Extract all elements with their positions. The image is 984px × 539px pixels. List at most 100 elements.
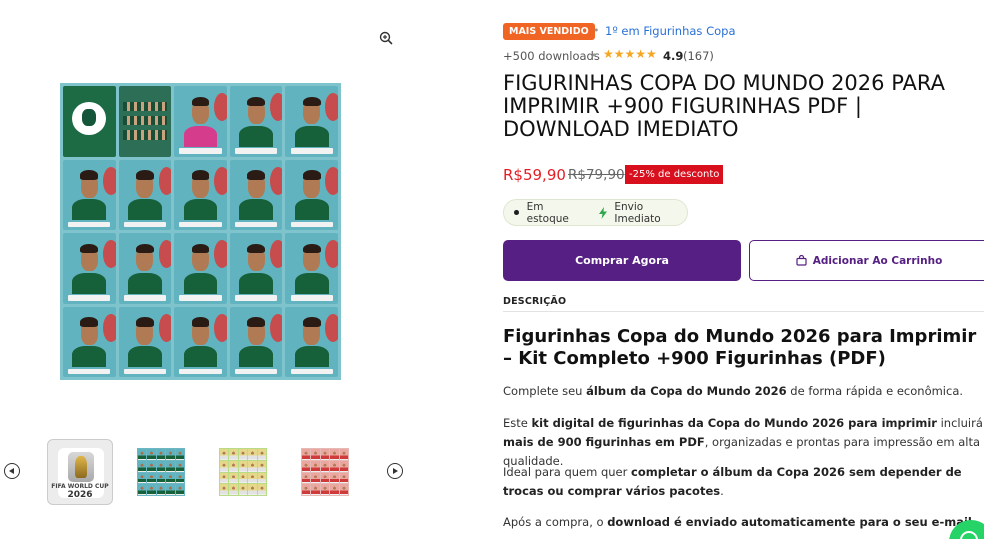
mini-sticker (302, 472, 311, 484)
player-sticker (229, 159, 283, 230)
mini-sticker (175, 449, 184, 460)
mini-sticker (220, 472, 229, 484)
trophy-icon (75, 456, 87, 478)
player-sticker (174, 86, 227, 157)
mini-sticker (320, 449, 330, 460)
stock-status: Em estoque (526, 200, 569, 225)
mini-sticker (156, 460, 166, 472)
mini-sticker (320, 460, 330, 472)
player-sticker (285, 86, 338, 157)
mini-sticker (339, 484, 348, 495)
mini-sticker (138, 484, 147, 495)
mini-sticker (238, 472, 248, 484)
mini-sticker (175, 460, 184, 472)
tab-description[interactable]: DESCRIÇÃO (503, 296, 566, 307)
mini-sticker (138, 472, 147, 484)
mini-sticker (311, 460, 320, 472)
player-sticker (174, 159, 227, 230)
best-seller-badge: MAIS VENDIDO (503, 23, 595, 40)
mini-sticker (248, 484, 257, 495)
player-sticker (63, 306, 116, 377)
separator-dot: • (591, 49, 598, 62)
team-crest-sticker (63, 86, 116, 157)
gallery-thumb-red-sheet[interactable] (292, 439, 358, 505)
product-main-image[interactable] (60, 83, 341, 380)
mini-sticker (330, 484, 339, 495)
mini-sticker (330, 460, 339, 472)
star-rating-icon: ★★★★★ (603, 47, 657, 61)
chevron-left-icon[interactable] (4, 463, 20, 479)
mini-sticker (175, 472, 184, 484)
mini-sticker (248, 472, 257, 484)
mini-sticker (248, 460, 257, 472)
mini-sticker (156, 449, 166, 460)
mini-sticker (257, 472, 266, 484)
mini-sticker (257, 449, 266, 460)
gallery-thumb-mexico-sheet[interactable] (128, 439, 194, 505)
rating-value: 4.9 (663, 49, 684, 63)
mini-sticker (302, 460, 311, 472)
player-sticker (63, 233, 116, 304)
bolt-icon (598, 206, 608, 219)
description-paragraph: Após a compra, o download é enviado auto… (503, 515, 976, 529)
mini-sticker (229, 484, 238, 495)
mini-sticker (147, 472, 156, 484)
separator-dot: • (593, 24, 600, 37)
product-title: FIGURINHAS COPA DO MUNDO 2026 PARA IMPRI… (503, 71, 945, 141)
mini-sticker (302, 484, 311, 495)
add-to-cart-button[interactable]: Adicionar Ao Carrinho (749, 240, 984, 281)
mini-sticker (166, 460, 175, 472)
mini-sticker (339, 449, 348, 460)
mini-sticker (229, 460, 238, 472)
mini-sticker (220, 460, 229, 472)
logo-text: FIFA WORLD CUP (51, 483, 109, 490)
mini-sticker (339, 460, 348, 472)
downloads-count: +500 downloads (503, 49, 600, 63)
mini-sticker (320, 472, 330, 484)
player-sticker (229, 86, 283, 157)
player-sticker (229, 306, 283, 377)
player-sticker (229, 233, 283, 304)
discount-badge: -25% de desconto (625, 165, 724, 184)
sticker-sheet-preview (137, 448, 185, 496)
player-sticker (63, 159, 116, 230)
buy-now-label: Comprar Agora (575, 254, 669, 267)
availability-pill: Em estoque Envio Imediato (503, 199, 688, 226)
buy-now-button[interactable]: Comprar Agora (503, 240, 741, 281)
gallery-thumb-world-cup-logo[interactable]: FIFA WORLD CUP 2026 (47, 439, 113, 505)
mini-sticker (220, 449, 229, 460)
mini-sticker (339, 472, 348, 484)
sticker-sheet-preview (301, 448, 349, 496)
player-sticker (118, 159, 172, 230)
zoom-in-icon[interactable] (378, 30, 394, 46)
divider (503, 311, 984, 312)
player-sticker (174, 306, 227, 377)
chevron-right-icon[interactable] (387, 463, 403, 479)
gallery-thumb-yellow-sheet[interactable] (210, 439, 276, 505)
current-price: R$59,90 (503, 166, 566, 184)
player-sticker (118, 306, 172, 377)
mini-sticker (138, 460, 147, 472)
mini-sticker (320, 484, 330, 495)
mini-sticker (257, 484, 266, 495)
category-rank-link[interactable]: 1º em Figurinhas Copa (605, 24, 736, 38)
mini-sticker (238, 484, 248, 495)
logo-year: 2026 (67, 490, 93, 500)
player-sticker (118, 233, 172, 304)
shopping-bag-icon (796, 254, 807, 266)
mini-sticker (147, 484, 156, 495)
mini-sticker (257, 460, 266, 472)
mini-sticker (302, 449, 311, 460)
description-paragraph: Ideal para quem quer completar o álbum d… (503, 465, 962, 498)
team-photo-sticker (118, 86, 172, 157)
player-sticker (174, 233, 227, 304)
description-heading: Figurinhas Copa do Mundo 2026 para Impri… (503, 326, 977, 369)
mini-sticker (147, 460, 156, 472)
add-to-cart-label: Adicionar Ao Carrinho (812, 254, 943, 267)
reviews-count[interactable]: (167) (683, 49, 714, 63)
mini-sticker (229, 449, 238, 460)
mini-sticker (229, 472, 238, 484)
mini-sticker (330, 449, 339, 460)
sticker-sheet-preview (219, 448, 267, 496)
mini-sticker (166, 484, 175, 495)
